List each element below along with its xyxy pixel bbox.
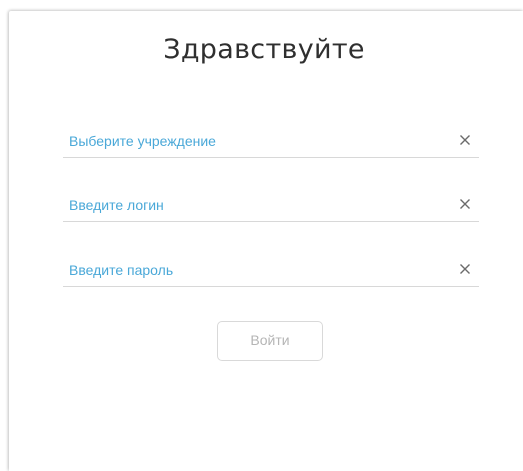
close-icon[interactable] [457,132,473,148]
login-button[interactable]: Войти [217,321,323,361]
password-field-placeholder: Введите пароль [69,262,174,278]
institution-select[interactable]: Выберите учреждение [63,127,479,158]
page-title: Здравствуйте [163,34,365,65]
login-panel [9,11,523,471]
login-field[interactable]: Введите логин [63,191,479,222]
password-field[interactable]: Введите пароль [63,256,479,287]
close-icon[interactable] [457,261,473,277]
login-field-placeholder: Введите логин [69,197,164,213]
close-icon[interactable] [457,196,473,212]
institution-select-placeholder: Выберите учреждение [69,133,216,149]
